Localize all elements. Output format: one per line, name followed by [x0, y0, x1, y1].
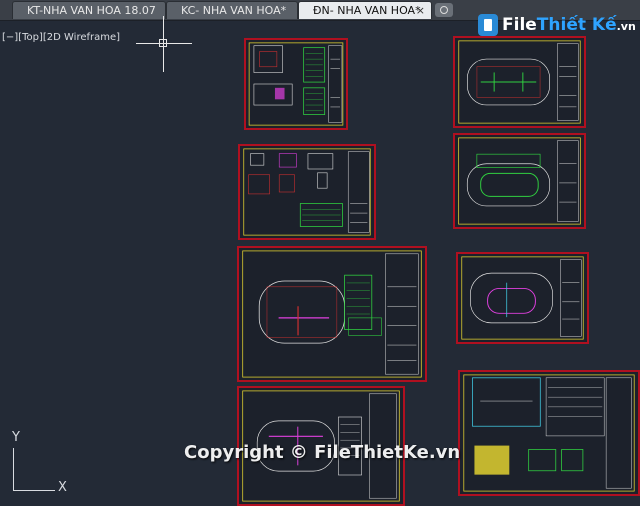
drawing-sheet-6[interactable] — [456, 252, 589, 344]
sheet-3-content — [243, 148, 371, 236]
logo-text-file: File — [502, 15, 537, 35]
tab-label: ĐN- NHA VAN HOA* — [313, 4, 421, 17]
drawing-sheet-3[interactable] — [238, 144, 376, 240]
ucs-y-axis — [13, 448, 14, 490]
drawing-sheet-8[interactable] — [458, 370, 640, 496]
logo-text-vn: .vn — [616, 20, 636, 33]
sheet-6-content — [461, 256, 584, 340]
sheet-5-content — [242, 250, 422, 378]
logo-text-thietke: Thiết Kế — [536, 15, 617, 35]
viewport-controls-label[interactable]: [−][Top][2D Wireframe] — [2, 32, 120, 43]
tab-label: KC- NHA VAN HOA* — [181, 4, 287, 17]
ucs-icon: Y X — [8, 430, 78, 500]
file-icon — [478, 14, 498, 36]
ucs-y-label: Y — [12, 430, 20, 445]
close-icon[interactable]: × — [416, 2, 425, 19]
new-tab-button[interactable] — [435, 3, 453, 17]
drawing-sheet-1[interactable] — [244, 38, 348, 130]
sheet-2-content — [458, 40, 581, 124]
tab-label: KT-NHA VAN HOA 18.07 — [27, 4, 156, 17]
tab-kc-nha-van-hoa[interactable]: KC- NHA VAN HOA* — [166, 1, 298, 19]
drawing-sheet-4[interactable] — [453, 133, 586, 229]
copyright-watermark: Copyright © FileThietKe.vn — [184, 442, 461, 463]
sheet-1-content — [248, 42, 344, 126]
drawing-sheet-5[interactable] — [237, 246, 427, 382]
sheet-8-content — [463, 374, 635, 492]
ucs-x-axis — [13, 490, 55, 491]
ucs-x-label: X — [58, 480, 67, 495]
drawing-sheet-2[interactable] — [453, 36, 586, 128]
crosshair-pickbox — [159, 39, 167, 47]
sheet-4-content — [458, 137, 581, 225]
tab-dn-nha-van-hoa[interactable]: ĐN- NHA VAN HOA* × — [298, 1, 432, 19]
tab-kt-nha-van-hoa[interactable]: KT-NHA VAN HOA 18.07 — [12, 1, 166, 19]
